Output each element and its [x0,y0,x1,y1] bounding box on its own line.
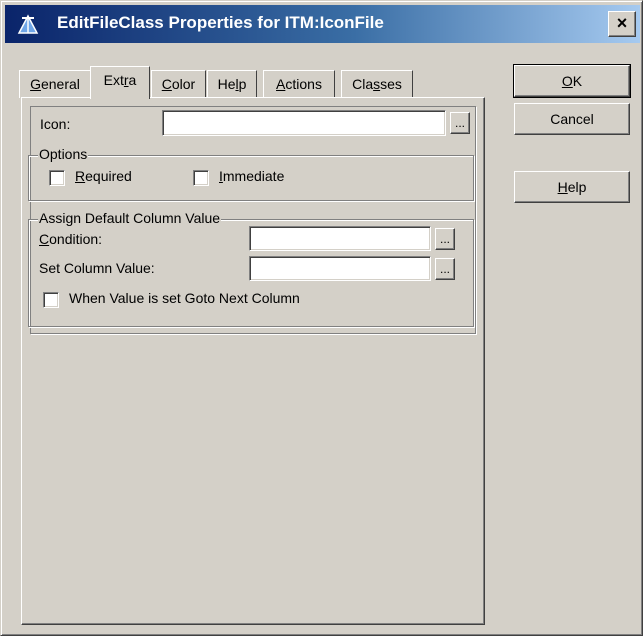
options-caption: Options [38,146,89,162]
condition-field[interactable] [249,226,431,251]
icon-browse-button[interactable]: ... [450,112,470,134]
ellipsis-icon: ... [439,262,450,276]
close-button[interactable]: × [608,11,636,37]
tab-actions[interactable]: Actions [263,70,335,98]
assign-default-group: Assign Default Column Value Condition: .… [28,210,474,327]
tab-classes[interactable]: Classes [341,70,413,98]
required-checkbox[interactable] [49,170,65,186]
tab-strip: General Extra Color Help Actions Classes [19,66,489,99]
ellipsis-icon: ... [439,232,450,246]
condition-label: Condition: [39,231,103,247]
ellipsis-icon: ... [454,116,465,130]
immediate-label: Immediate [219,168,285,184]
tab-help[interactable]: Help [207,70,257,98]
close-icon: × [616,13,628,33]
options-group: Options Required Immediate [28,146,474,201]
goto-next-column-label: When Value is set Goto Next Column [69,290,300,306]
extra-tab-panel: Icon: ... Options Required Immediate Ass… [21,97,485,625]
window-title: EditFileClass Properties for ITM:IconFil… [57,13,384,32]
tab-extra[interactable]: Extra [90,66,150,99]
set-column-value-browse-button[interactable]: ... [435,258,455,280]
tab-general[interactable]: General [19,70,91,98]
cancel-button[interactable]: Cancel [514,103,630,135]
set-column-value-field[interactable] [249,256,431,281]
app-icon [17,14,39,34]
assign-default-caption: Assign Default Column Value [38,210,222,226]
set-column-value-label: Set Column Value: [39,260,155,276]
properties-dialog: EditFileClass Properties for ITM:IconFil… [0,0,643,636]
help-button[interactable]: Help [514,171,630,203]
icon-field[interactable] [162,110,446,136]
condition-browse-button[interactable]: ... [435,228,455,250]
required-label: Required [75,168,132,184]
tab-color[interactable]: Color [151,70,206,98]
title-bar[interactable]: EditFileClass Properties for ITM:IconFil… [5,5,640,43]
goto-next-column-checkbox[interactable] [43,292,59,308]
icon-label: Icon: [40,116,71,132]
immediate-checkbox[interactable] [193,170,209,186]
ok-button[interactable]: OK [513,64,631,98]
